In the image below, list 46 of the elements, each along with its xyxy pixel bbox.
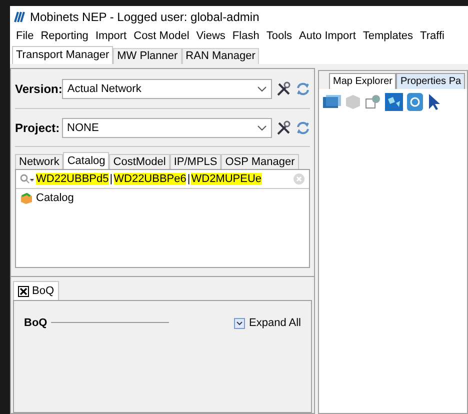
menu-item[interactable]: Flash [230, 28, 262, 45]
search-term: | [108, 172, 114, 185]
chevron-down-icon [234, 318, 246, 329]
chevron-icon [257, 86, 267, 92]
version-label: Version: [15, 81, 62, 98]
main-tab[interactable]: RAN Manager [182, 48, 260, 64]
menu-item[interactable]: Tools [264, 28, 294, 45]
tools-icon[interactable] [276, 120, 292, 136]
main-tab[interactable]: MW Planner [113, 48, 182, 64]
project-label: Project: [15, 120, 61, 137]
chevron-icon [257, 125, 267, 131]
catalog-tab[interactable]: Catalog [63, 152, 110, 169]
catalog-tab[interactable]: IP/MPLS [170, 154, 222, 169]
version-dropdown[interactable]: Actual Network [62, 79, 272, 99]
catalog-tab[interactable]: Network [15, 154, 64, 169]
catalog-tab[interactable]: OSP Manager [221, 154, 299, 169]
panel-tab[interactable]: Properties Pa [396, 73, 466, 89]
panel-tab[interactable]: Map Explorer [329, 73, 396, 89]
box-icon [20, 192, 33, 204]
menu-item[interactable]: Cost Model [132, 28, 192, 45]
tree-item[interactable]: Catalog [36, 190, 74, 206]
app-logo-icon [14, 10, 26, 22]
boq-title: BoQ [24, 316, 48, 331]
refresh-icon[interactable] [296, 121, 310, 135]
menu-item[interactable]: Import [93, 28, 129, 45]
menu-item[interactable]: Reporting [38, 28, 90, 45]
search-term: WD22UBBPd5 [36, 172, 109, 185]
layers-icon[interactable] [323, 94, 341, 110]
project-dropdown[interactable]: NONE [62, 118, 272, 138]
menu-item[interactable]: Templates [360, 28, 416, 45]
catalog-tab[interactable]: CostModel [109, 154, 170, 169]
menu-item[interactable]: Traffi [418, 28, 446, 45]
menu-item[interactable]: File [14, 28, 36, 45]
expand-all-checkbox[interactable]: Expand All [234, 315, 301, 332]
main-tab[interactable]: Transport Manager [12, 46, 114, 64]
search-term: | [186, 172, 191, 185]
tools-icon[interactable] [276, 81, 292, 97]
search-term: WD2MUPEUe [191, 172, 262, 185]
refresh-icon[interactable] [296, 82, 310, 96]
window-title: Mobinets NEP - Logged user: global-admin [30, 8, 260, 26]
search-icon [20, 174, 34, 184]
menu-item[interactable]: Auto Import [297, 28, 358, 45]
menu-item[interactable]: Views [194, 28, 228, 45]
boq-tab[interactable]: BoQ [13, 281, 60, 300]
pointer-icon[interactable] [427, 93, 441, 111]
close-icon[interactable] [18, 286, 29, 296]
